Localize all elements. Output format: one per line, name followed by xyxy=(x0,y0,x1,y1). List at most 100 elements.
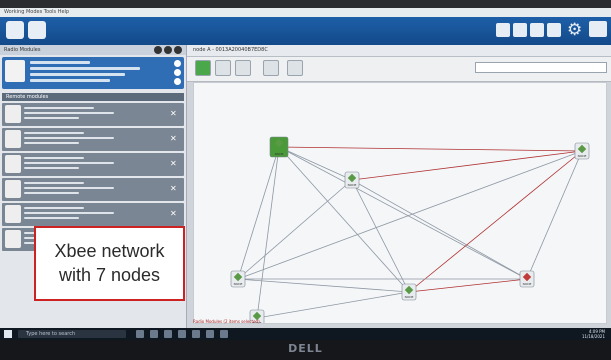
taskbar-app[interactable] xyxy=(136,330,144,338)
graph-node-label: NODE xyxy=(523,282,532,286)
graph-edge xyxy=(408,150,583,293)
graph-edge xyxy=(237,150,583,280)
menu-items[interactable]: Working Modes Tools Help xyxy=(4,9,69,15)
tab-label: node A - 0013A20040B7ED8C xyxy=(193,47,268,53)
graph-node[interactable]: NODE xyxy=(269,136,289,158)
action-icon[interactable] xyxy=(174,69,181,76)
graph-node[interactable]: NODE xyxy=(574,142,590,160)
close-icon[interactable]: ✕ xyxy=(170,185,178,193)
list-item[interactable]: ✕ xyxy=(2,103,184,126)
clock-date: 11/18/2021 xyxy=(581,334,605,339)
annotation-line-1: Xbee network xyxy=(54,241,165,261)
graph-edge xyxy=(256,146,280,319)
graph-edge xyxy=(278,146,353,181)
start-button[interactable] xyxy=(4,330,12,338)
annotation-box: Xbee network with 7 nodes xyxy=(34,226,185,301)
settings-icon[interactable] xyxy=(164,46,172,54)
tab-network[interactable]: node A - 0013A20040B7ED8C xyxy=(187,45,611,57)
tool-button[interactable] xyxy=(547,23,561,37)
graph-node-label: NODE xyxy=(578,154,587,158)
section-title: Remote modules xyxy=(6,94,49,100)
list-item[interactable]: ✕ xyxy=(2,203,184,226)
scan-button[interactable] xyxy=(235,60,251,76)
remote-modules-header[interactable]: Remote modules xyxy=(2,93,184,101)
taskbar-app[interactable] xyxy=(206,330,214,338)
graph-edge xyxy=(237,278,410,293)
brand-logo: DELL xyxy=(288,342,323,355)
layout-button[interactable] xyxy=(263,60,279,76)
system-clock[interactable]: 4:09 PM 11/18/2021 xyxy=(582,329,605,339)
annotation-line-2: with 7 nodes xyxy=(58,265,161,285)
graph-edge xyxy=(351,179,528,280)
app-icon[interactable] xyxy=(6,21,24,39)
tool-button[interactable] xyxy=(513,23,527,37)
graph-node[interactable]: NODE xyxy=(519,270,535,288)
tool-button[interactable] xyxy=(215,60,231,76)
graph-edge xyxy=(237,146,280,280)
network-node-icon xyxy=(5,180,21,198)
module-info xyxy=(24,207,114,222)
network-graph: NODENODENODENODENODENODENODE xyxy=(230,136,590,327)
action-icon[interactable] xyxy=(174,60,181,67)
graph-node-label: NODE xyxy=(348,183,357,187)
close-icon[interactable] xyxy=(174,46,182,54)
list-item[interactable]: ✕ xyxy=(2,178,184,201)
graph-node-label: NODE xyxy=(275,152,284,156)
monitor-icon[interactable] xyxy=(589,21,607,37)
network-view: node A - 0013A20040B7ED8C NODE NODE NODE NO… xyxy=(187,45,611,328)
taskbar-app[interactable] xyxy=(192,330,200,338)
windows-taskbar: Type here to search 4:09 PM 11/18/2021 xyxy=(0,328,611,340)
tool-group xyxy=(496,23,561,37)
module-info xyxy=(24,107,114,122)
graph-edge xyxy=(351,179,410,293)
graph-node[interactable]: NODE xyxy=(230,270,246,288)
graph-edge xyxy=(526,150,583,280)
network-node-icon xyxy=(5,230,21,248)
taskbar-app[interactable] xyxy=(178,330,186,338)
close-icon[interactable]: ✕ xyxy=(170,110,178,118)
tool-button[interactable] xyxy=(496,23,510,37)
graph-edge xyxy=(278,146,410,293)
close-icon[interactable]: ✕ xyxy=(170,210,178,218)
panel-header-actions xyxy=(154,46,182,54)
menubar: Working Modes Tools Help xyxy=(0,8,611,17)
taskbar-app[interactable] xyxy=(150,330,158,338)
graph-node-label: NODE xyxy=(234,282,243,286)
network-graph-canvas[interactable]: NODE NODE NODE NODE NODE NODE NODE xyxy=(193,82,607,327)
network-node-icon xyxy=(5,155,21,173)
add-icon[interactable] xyxy=(154,46,162,54)
close-icon[interactable]: ✕ xyxy=(170,160,178,168)
graph-node[interactable]: NODE xyxy=(344,171,360,189)
map-view-button[interactable] xyxy=(195,60,211,76)
taskbar-app[interactable] xyxy=(164,330,172,338)
app-icon-2[interactable] xyxy=(28,21,46,39)
tool-button[interactable] xyxy=(530,23,544,37)
filter-button[interactable] xyxy=(287,60,303,76)
selected-local-module[interactable] xyxy=(2,57,184,89)
module-info xyxy=(24,132,114,147)
list-item[interactable]: ✕ xyxy=(2,128,184,151)
graph-edge xyxy=(237,179,353,280)
network-node-icon xyxy=(5,60,25,82)
panel-title: Radio Modules xyxy=(4,47,41,53)
graph-edge xyxy=(351,150,583,181)
network-toolbar xyxy=(187,57,611,82)
graph-node[interactable]: NODE xyxy=(401,283,417,301)
search-input[interactable] xyxy=(475,62,607,73)
graph-edge xyxy=(278,146,583,152)
status-line: Radio Modules (2 items selected) xyxy=(193,319,260,324)
list-item[interactable]: ✕ xyxy=(2,153,184,176)
panel-header: Radio Modules xyxy=(0,45,186,55)
taskbar-app[interactable] xyxy=(220,330,228,338)
graph-node-label: NODE xyxy=(405,295,414,299)
graph-edge xyxy=(408,278,528,293)
gear-icon[interactable]: ⚙ xyxy=(567,21,585,39)
module-info xyxy=(24,157,114,172)
graph-edge xyxy=(256,291,410,319)
action-icon[interactable] xyxy=(174,78,181,85)
monitor-bezel-top xyxy=(0,0,611,8)
close-icon[interactable]: ✕ xyxy=(170,135,178,143)
taskbar-search[interactable]: Type here to search xyxy=(18,330,126,338)
module-actions xyxy=(174,60,181,85)
graph-edge xyxy=(278,146,528,280)
